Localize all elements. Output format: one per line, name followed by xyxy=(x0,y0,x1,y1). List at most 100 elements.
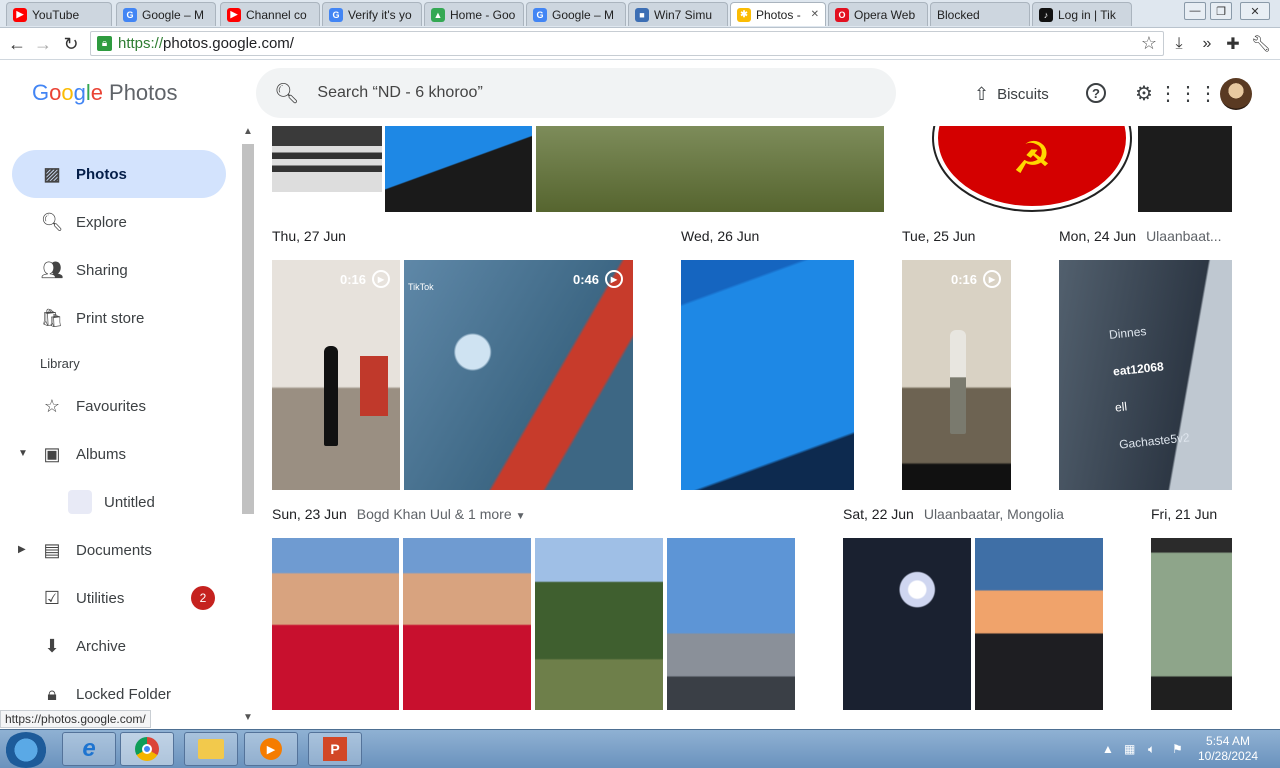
sidebar-item-documents[interactable]: ▤ Documents xyxy=(12,526,226,574)
photo-thumbnail[interactable] xyxy=(843,538,971,710)
volume-muted-icon[interactable]: 🔈︎ xyxy=(1148,742,1155,757)
tab-photos[interactable]: ✱ Photos - ✕ xyxy=(730,2,826,26)
upload-button[interactable]: ⇧ Biscuits xyxy=(974,84,1049,105)
taskbar-internet-explorer[interactable]: e xyxy=(62,732,116,766)
photo-icon: ▨ xyxy=(43,163,61,184)
date-label[interactable]: Wed, 26 Jun xyxy=(681,228,759,244)
photo-thumbnail[interactable] xyxy=(272,538,399,710)
location-label[interactable]: Ulaanbaatar, Mongolia xyxy=(924,506,1064,522)
album-thumbnail xyxy=(68,490,92,514)
extensions-puzzle-icon[interactable]: ✚ xyxy=(1222,33,1244,55)
photo-thumbnail[interactable] xyxy=(272,126,382,192)
screen-menu-item: Dinnes xyxy=(1108,324,1147,342)
sidebar-scrollbar[interactable]: ▲ ▼ xyxy=(240,126,256,726)
close-tab-icon[interactable]: ✕ xyxy=(807,9,819,20)
tab-home[interactable]: ▲ Home - Goo xyxy=(424,2,524,26)
photo-thumbnail[interactable] xyxy=(385,126,532,212)
sidebar-item-archive[interactable]: ⬇ Archive xyxy=(12,622,226,670)
date-label[interactable]: Tue, 25 Jun xyxy=(902,228,975,244)
red-door xyxy=(360,356,388,416)
sidebar-item-print-store[interactable]: 🛍︎ Print store xyxy=(12,294,226,342)
google-photos-logo[interactable]: Google Photos xyxy=(32,80,178,106)
url-bar[interactable]: 🔒︎ https://photos.google.com/ ☆ xyxy=(90,31,1164,56)
location-label[interactable]: Ulaanbaat... xyxy=(1146,228,1222,244)
screen-menu-item: ell xyxy=(1114,399,1128,415)
taskbar-chrome[interactable] xyxy=(120,732,174,766)
tab-youtube[interactable]: ▶ YouTube xyxy=(6,2,112,26)
date-label[interactable]: Thu, 27 Jun xyxy=(272,228,346,244)
dropdown-arrow-icon[interactable]: ▼ xyxy=(516,511,526,522)
date-label[interactable]: Sat, 22 Jun Ulaanbaatar, Mongolia xyxy=(843,506,1064,522)
tab-win7[interactable]: ■ Win7 Simu xyxy=(628,2,728,26)
tiktok-watermark: TikTok xyxy=(408,282,434,292)
photo-grid: ☭ Thu, 27 Jun Wed, 26 Jun Tue, 25 Jun Mo… xyxy=(256,126,1264,710)
photo-thumbnail[interactable] xyxy=(681,260,854,490)
video-duration: 0:16 ▶ xyxy=(951,270,1001,288)
location-label[interactable]: Bogd Khan Uul & 1 more xyxy=(357,506,512,522)
sidebar-item-explore[interactable]: 🔍︎ Explore xyxy=(12,198,226,246)
account-avatar[interactable] xyxy=(1220,78,1252,110)
play-icon: ▶ xyxy=(372,270,390,288)
back-icon[interactable]: ← xyxy=(6,33,28,55)
more-chevron-icon[interactable]: » xyxy=(1196,33,1218,55)
tab-verify[interactable]: G Verify it's yo xyxy=(322,2,422,26)
photo-thumbnail[interactable] xyxy=(536,126,884,212)
network-icon[interactable]: ▦ xyxy=(1124,742,1135,756)
photo-thumbnail[interactable] xyxy=(975,538,1103,710)
taskbar-explorer[interactable] xyxy=(184,732,238,766)
photo-thumbnail[interactable] xyxy=(667,538,795,710)
tab-blocked[interactable]: Blocked xyxy=(930,2,1030,26)
taskbar-powerpoint[interactable]: P xyxy=(308,732,362,766)
settings-gear-icon[interactable]: ⚙ xyxy=(1131,80,1157,106)
clock-date: 10/28/2024 xyxy=(1198,749,1259,763)
show-hidden-icons-icon[interactable]: ▲ xyxy=(1102,742,1114,756)
photo-thumbnail[interactable]: Dinnes eat12068 ell Gachaste5v2 xyxy=(1059,260,1232,490)
maximize-button[interactable]: ❐ xyxy=(1210,2,1232,20)
video-duration: 0:16 ▶ xyxy=(340,270,390,288)
tab-channel[interactable]: ▶ Channel co xyxy=(220,2,320,26)
browser-tab-strip: ▶ YouTube G Google – M ▶ Channel co G Verify… xyxy=(0,0,1280,28)
forward-icon[interactable]: → xyxy=(32,33,54,55)
close-window-button[interactable]: ✕ xyxy=(1240,2,1270,20)
scroll-up-arrow-icon[interactable]: ▲ xyxy=(240,126,256,137)
video-thumbnail[interactable]: 0:16 ▶ xyxy=(272,260,400,490)
system-clock[interactable]: 5:54 AM 10/28/2024 xyxy=(1198,734,1258,764)
start-button[interactable] xyxy=(4,732,48,768)
search-icon[interactable]: 🔍︎ xyxy=(274,81,299,106)
video-thumbnail[interactable]: TikTok 0:46 ▶ xyxy=(404,260,633,490)
tab-google-1[interactable]: G Google – M xyxy=(116,2,216,26)
sidebar-item-sharing[interactable]: 👥︎ Sharing xyxy=(12,246,226,294)
search-bar[interactable]: 🔍︎ Search “ND - 6 khoroo” xyxy=(256,68,896,118)
photo-thumbnail[interactable] xyxy=(1151,538,1232,710)
photo-thumbnail[interactable] xyxy=(535,538,663,710)
scroll-down-arrow-icon[interactable]: ▼ xyxy=(240,712,256,723)
wrench-menu-icon[interactable]: 🔧︎ xyxy=(1250,33,1272,55)
tab-google-2[interactable]: G Google – M xyxy=(526,2,626,26)
action-center-flag-icon[interactable]: ⚑ xyxy=(1172,742,1183,756)
search-input[interactable]: Search “ND - 6 khoroo” xyxy=(317,84,482,102)
photo-thumbnail[interactable] xyxy=(1138,126,1232,212)
download-icon[interactable]: ⤓ xyxy=(1168,33,1190,55)
taskbar-media-player[interactable]: ▶ xyxy=(244,732,298,766)
apps-grid-icon[interactable]: ⋮⋮⋮ xyxy=(1158,80,1218,106)
tab-tiktok[interactable]: ♪ Log in | Tik xyxy=(1032,2,1132,26)
tab-opera[interactable]: O Opera Web xyxy=(828,2,928,26)
video-thumbnail[interactable]: 0:16 ▶ xyxy=(902,260,1011,490)
sidebar-item-favourites[interactable]: ☆ Favourites xyxy=(12,382,226,430)
reload-icon[interactable]: ↻ xyxy=(60,33,82,55)
scrollbar-thumb[interactable] xyxy=(242,144,254,514)
sidebar-item-photos[interactable]: ▨ Photos xyxy=(12,150,226,198)
clock-time: 5:54 AM xyxy=(1206,734,1251,748)
date-label[interactable]: Mon, 24 Jun Ulaanbaat... xyxy=(1059,228,1222,244)
minimize-button[interactable]: — xyxy=(1184,2,1206,20)
sidebar-item-untitled-album[interactable]: Untitled xyxy=(12,478,226,526)
photo-thumbnail[interactable]: ☭ xyxy=(932,126,1134,212)
date-label[interactable]: Sun, 23 Jun Bogd Khan Uul & 1 more ▼ xyxy=(272,506,526,522)
youtube-icon: ▶ xyxy=(227,7,241,22)
sidebar-item-albums[interactable]: ▣ Albums xyxy=(12,430,226,478)
bookmark-star-icon[interactable]: ☆ xyxy=(1141,33,1157,54)
person-figure xyxy=(324,346,338,446)
date-label[interactable]: Fri, 21 Jun xyxy=(1151,506,1217,522)
help-icon[interactable]: ? xyxy=(1083,80,1109,106)
photo-thumbnail[interactable] xyxy=(403,538,531,710)
